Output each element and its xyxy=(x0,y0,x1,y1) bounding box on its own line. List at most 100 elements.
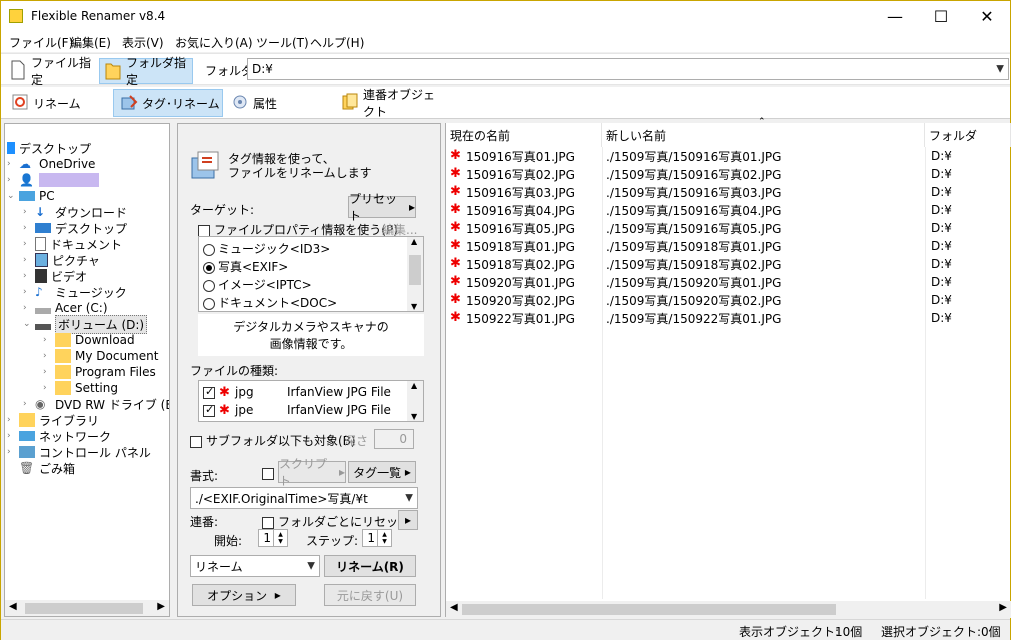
folder-name: D:¥ xyxy=(931,239,952,253)
column-header-new[interactable]: 新しい名前 ⌃ xyxy=(602,117,925,147)
serial-menu-button[interactable]: ▸ xyxy=(398,510,418,530)
file-row[interactable]: ✱ 150918写真01.JPG ./1509写真/150918写真01.JPG D:… xyxy=(446,237,1011,255)
file-row[interactable]: ✱ 150920写真02.JPG ./1509写真/150920写真02.JPG D:… xyxy=(446,291,1011,309)
tab-serial-object[interactable]: 連番オブジェクト xyxy=(335,88,443,119)
folder-mode-label: フォルダ指定 xyxy=(126,56,187,87)
depth-input[interactable]: 0 xyxy=(374,429,414,449)
serial-label: 連番: xyxy=(190,515,219,529)
subfolder-checkbox[interactable]: サブフォルダ以下も対象(B) xyxy=(190,432,356,449)
tab-rename[interactable]: リネーム xyxy=(5,89,111,117)
file-row[interactable]: ✱ 150916写真04.JPG ./1509写真/150916写真04.JPG D:… xyxy=(446,201,1011,219)
file-mode-button[interactable]: ファイル指定 xyxy=(5,56,97,87)
tree-item-my-document[interactable]: › My Document xyxy=(43,348,158,364)
filetype-row[interactable]: ✱ jpg xyxy=(203,385,254,400)
tree-item-setting[interactable]: › Setting xyxy=(43,380,118,396)
tree-item-network[interactable]: › ネットワーク xyxy=(7,428,111,444)
rename-button[interactable]: リネーム(R) xyxy=(324,555,416,577)
preset-button[interactable]: プリセット ▸ xyxy=(348,192,416,223)
file-row[interactable]: ✱ 150916写真05.JPG ./1509写真/150916写真05.JPG D:… xyxy=(446,219,1011,237)
tree-item-pc[interactable]: ⌄ PC xyxy=(7,188,55,204)
tree-item-desktop-root[interactable]: デスクトップ xyxy=(7,140,91,156)
chevron-right-icon: › xyxy=(7,159,11,169)
file-row[interactable]: ✱ 150916写真03.JPG ./1509写真/150916写真03.JPG D:… xyxy=(446,183,1011,201)
file-row[interactable]: ✱ 150920写真01.JPG ./1509写真/150920写真01.JPG D:… xyxy=(446,273,1011,291)
tree-item-onedrive[interactable]: › ☁ OneDrive xyxy=(7,156,95,172)
folder-name: D:¥ xyxy=(931,149,952,163)
tree-item-user[interactable]: › 👤 xyxy=(7,172,99,188)
menu-file[interactable]: ファイル(F) xyxy=(9,34,73,51)
menu-edit[interactable]: 編集(E) xyxy=(70,34,111,51)
scroll-left-icon[interactable]: ◀ xyxy=(9,601,17,612)
step-spinner[interactable]: 1 ▲ ▼ xyxy=(362,529,392,547)
tree-item-program-files[interactable]: › Program Files xyxy=(43,364,156,380)
tag-list-button[interactable]: タグ一覧 ▸ xyxy=(348,461,416,483)
tree-item-documents[interactable]: › ドキュメント xyxy=(23,236,122,252)
folder-mode-button[interactable]: フォルダ指定 xyxy=(99,56,193,87)
file-row[interactable]: ✱ 150916写真02.JPG ./1509写真/150916写真02.JPG D:… xyxy=(446,165,1011,183)
chevron-right-icon: › xyxy=(7,447,11,457)
maximize-button[interactable]: ☐ xyxy=(918,1,964,32)
undo-button[interactable]: 元に戻す(U) xyxy=(324,584,416,606)
filetype-vscrollbar[interactable]: ▲ ▼ xyxy=(407,381,423,421)
tree-item-download[interactable]: › Download xyxy=(43,332,135,348)
script-button[interactable]: スクリプト ▸ xyxy=(278,457,346,488)
format-combo[interactable]: ./<EXIF.OriginalTime>写真/¥t ▼ xyxy=(190,487,418,509)
scroll-thumb[interactable] xyxy=(409,255,421,285)
file-row[interactable]: ✱ 150922写真01.JPG ./1509写真/150922写真01.JPG D:… xyxy=(446,309,1011,327)
spin-down-icon[interactable]: ▼ xyxy=(377,537,391,546)
menu-view[interactable]: 表示(V) xyxy=(122,34,164,51)
scroll-up-icon[interactable]: ▲ xyxy=(411,381,417,390)
scroll-up-icon[interactable]: ▲ xyxy=(411,237,417,246)
scroll-thumb[interactable] xyxy=(25,603,143,614)
menu-tools[interactable]: ツール(T) xyxy=(256,34,309,51)
target-document[interactable]: ドキュメント<DOC> xyxy=(203,294,337,311)
folder-tree: デスクトップ › ☁ OneDrive › 👤 ⌄ PC › ↓ ダウンロード › デスクトッ… xyxy=(4,123,170,617)
target-photo[interactable]: 写真<EXIF> xyxy=(203,258,288,275)
start-spinner[interactable]: 1 ▲ ▼ xyxy=(258,529,288,547)
scroll-down-icon[interactable]: ▼ xyxy=(411,412,417,421)
list-hscrollbar[interactable]: ◀ ▶ xyxy=(446,601,1011,618)
filetype-row[interactable]: ✱ jpe xyxy=(203,403,253,418)
folder-path-combo[interactable]: D:¥ ▼ xyxy=(247,58,1009,80)
target-vscrollbar[interactable]: ▲ ▼ xyxy=(407,237,423,311)
column-header-folder[interactable]: フォルダ xyxy=(925,123,1011,147)
current-name: 150922写真01.JPG xyxy=(466,311,575,326)
tab-tag-rename[interactable]: タグ･リネーム xyxy=(113,89,223,117)
reset-per-folder-checkbox[interactable]: フォルダごとにリセット xyxy=(262,513,410,530)
tree-item-videos[interactable]: › ビデオ xyxy=(23,268,87,284)
checkbox-checked-icon xyxy=(203,385,215,399)
target-music[interactable]: ミュージック<ID3> xyxy=(203,240,330,257)
tag-rename-icon xyxy=(121,95,138,110)
tree-item-downloads[interactable]: › ↓ ダウンロード xyxy=(23,204,127,220)
tree-item-control-panel[interactable]: › コントロール パネル xyxy=(7,444,151,460)
file-row[interactable]: ✱ 150918写真02.JPG ./1509写真/150918写真02.JPG D:… xyxy=(446,255,1011,273)
scroll-left-icon[interactable]: ◀ xyxy=(450,602,458,613)
column-header-current[interactable]: 現在の名前 xyxy=(446,123,602,147)
close-button[interactable]: ✕ xyxy=(964,1,1010,32)
checkbox-checked-icon xyxy=(203,403,215,417)
tab-attributes[interactable]: 属性 xyxy=(225,89,333,117)
tree-item-pictures[interactable]: › ピクチャ xyxy=(23,252,100,268)
tree-item-drive-d[interactable]: ⌄ ボリューム (D:) xyxy=(23,314,148,334)
script-checkbox[interactable] xyxy=(262,468,274,480)
scroll-down-icon[interactable]: ▼ xyxy=(411,302,417,311)
spin-down-icon[interactable]: ▼ xyxy=(273,537,287,546)
file-row[interactable]: ✱ 150916写真01.JPG ./1509写真/150916写真01.JPG D:… xyxy=(446,147,1011,165)
menu-help[interactable]: ヘルプ(H) xyxy=(310,34,364,51)
tree-item-dvd-drive[interactable]: › ◉ DVD RW ドライブ (E:) xyxy=(23,396,169,412)
menu-favorites[interactable]: お気に入り(A) xyxy=(175,34,253,51)
options-button[interactable]: オプション ▸ xyxy=(192,584,296,606)
tree-hscrollbar[interactable]: ◀ ▶ xyxy=(5,600,169,616)
scroll-right-icon[interactable]: ▶ xyxy=(999,602,1007,613)
display-count-label: 表示オブジェクト: xyxy=(739,625,840,639)
tree-item-desktop[interactable]: › デスクトップ xyxy=(23,220,127,236)
chevron-right-icon: › xyxy=(7,431,11,441)
tree-item-recycle-bin[interactable]: 🗑 ごみ箱 xyxy=(19,460,75,476)
tree-item-libraries[interactable]: › ライブラリ xyxy=(7,412,99,428)
tree-item-music[interactable]: › ♪ ミュージック xyxy=(23,284,127,300)
minimize-button[interactable]: — xyxy=(872,1,918,32)
scroll-right-icon[interactable]: ▶ xyxy=(157,601,165,612)
scroll-thumb[interactable] xyxy=(462,604,836,615)
target-image[interactable]: イメージ<IPTC> xyxy=(203,276,312,293)
mode-combo[interactable]: リネーム ▼ xyxy=(190,555,320,577)
